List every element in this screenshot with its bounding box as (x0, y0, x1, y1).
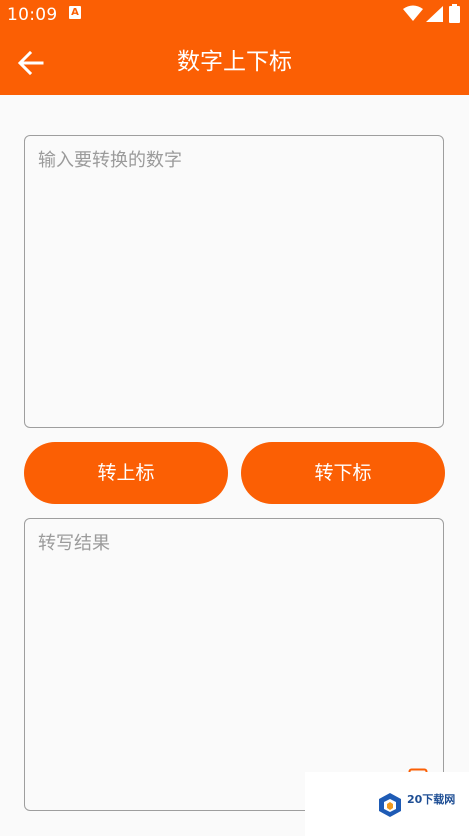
app-bar: 数字上下标 (0, 30, 469, 95)
wifi-icon (403, 5, 423, 21)
notification-a-icon: A (69, 6, 81, 19)
result-output-box (24, 518, 444, 811)
watermark-text: 20下载网 (407, 793, 456, 806)
status-time: 10:09 (7, 5, 58, 25)
number-input-box (24, 135, 444, 428)
result-output[interactable] (25, 519, 443, 810)
to-superscript-button[interactable]: 转上标 (24, 442, 228, 504)
watermark: 20下载网 (305, 772, 469, 836)
to-subscript-button[interactable]: 转下标 (241, 442, 445, 504)
signal-icon (426, 6, 443, 22)
page-title: 数字上下标 (177, 49, 292, 75)
logo-icon (379, 793, 401, 817)
battery-icon (449, 4, 460, 23)
status-bar: 10:09 A (0, 0, 469, 30)
number-input[interactable] (25, 136, 443, 427)
